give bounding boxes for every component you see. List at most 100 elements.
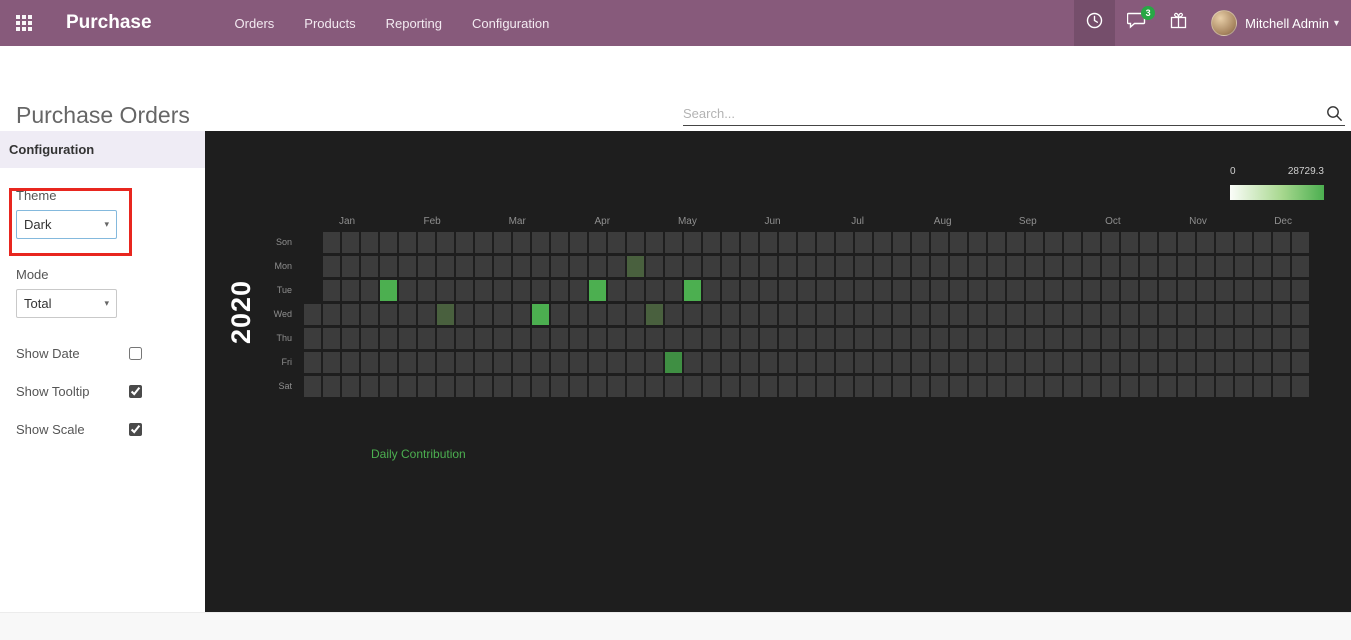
- heatmap-cell[interactable]: [627, 352, 644, 373]
- heatmap-cell[interactable]: [931, 352, 948, 373]
- heatmap-cell[interactable]: [456, 256, 473, 277]
- heatmap-cell[interactable]: [1159, 352, 1176, 373]
- heatmap-cell[interactable]: [1083, 376, 1100, 397]
- heatmap-cell[interactable]: [665, 280, 682, 301]
- heatmap-cell[interactable]: [361, 304, 378, 325]
- heatmap-cell[interactable]: [570, 376, 587, 397]
- heatmap-cell[interactable]: [380, 328, 397, 349]
- heatmap-cell[interactable]: [627, 376, 644, 397]
- heatmap-cell[interactable]: [456, 352, 473, 373]
- heatmap-cell[interactable]: [1292, 304, 1309, 325]
- heatmap-cell[interactable]: [380, 352, 397, 373]
- heatmap-cell[interactable]: [437, 352, 454, 373]
- heatmap-cell[interactable]: [475, 304, 492, 325]
- heatmap-cell[interactable]: [399, 352, 416, 373]
- heatmap-cell[interactable]: [855, 256, 872, 277]
- heatmap-cell[interactable]: [513, 256, 530, 277]
- heatmap-cell[interactable]: [1045, 376, 1062, 397]
- heatmap-cell[interactable]: [627, 232, 644, 253]
- heatmap-cell[interactable]: [1235, 328, 1252, 349]
- heatmap-cell[interactable]: [1235, 376, 1252, 397]
- heatmap-cell[interactable]: [513, 304, 530, 325]
- menu-products[interactable]: Products: [289, 0, 370, 46]
- heatmap-cell[interactable]: [988, 256, 1005, 277]
- heatmap-cell[interactable]: [1292, 232, 1309, 253]
- heatmap-cell[interactable]: [475, 232, 492, 253]
- heatmap-cell[interactable]: [741, 304, 758, 325]
- heatmap-cell[interactable]: [494, 376, 511, 397]
- heatmap-cell[interactable]: [1159, 304, 1176, 325]
- heatmap-cell[interactable]: [627, 280, 644, 301]
- heatmap-cell[interactable]: [418, 328, 435, 349]
- heatmap-cell[interactable]: [703, 280, 720, 301]
- heatmap-cell[interactable]: [513, 328, 530, 349]
- heatmap-cell[interactable]: [703, 256, 720, 277]
- heatmap-cell[interactable]: [1159, 232, 1176, 253]
- heatmap-cell[interactable]: [855, 376, 872, 397]
- heatmap-cell[interactable]: [969, 280, 986, 301]
- heatmap-cell[interactable]: [551, 232, 568, 253]
- heatmap-cell[interactable]: [1197, 232, 1214, 253]
- heatmap-cell[interactable]: [950, 352, 967, 373]
- heatmap-cell[interactable]: [988, 232, 1005, 253]
- heatmap-cell[interactable]: [608, 304, 625, 325]
- heatmap-cell[interactable]: [646, 328, 663, 349]
- gift-button[interactable]: [1158, 0, 1199, 46]
- heatmap-cell[interactable]: [874, 352, 891, 373]
- heatmap-cell[interactable]: [912, 256, 929, 277]
- heatmap-cell[interactable]: [950, 304, 967, 325]
- heatmap-cell[interactable]: [589, 376, 606, 397]
- heatmap-cell[interactable]: [931, 232, 948, 253]
- heatmap-cell[interactable]: [1235, 304, 1252, 325]
- heatmap-cell[interactable]: [1026, 280, 1043, 301]
- heatmap-cell[interactable]: [380, 256, 397, 277]
- heatmap-cell[interactable]: [1045, 232, 1062, 253]
- heatmap-cell[interactable]: [342, 352, 359, 373]
- heatmap-cell[interactable]: [988, 280, 1005, 301]
- heatmap-cell[interactable]: [418, 280, 435, 301]
- heatmap-cell[interactable]: [513, 352, 530, 373]
- heatmap-cell[interactable]: [1045, 280, 1062, 301]
- heatmap-cell[interactable]: [893, 304, 910, 325]
- heatmap-cell[interactable]: [1178, 256, 1195, 277]
- heatmap-cell[interactable]: [323, 376, 340, 397]
- heatmap-cell[interactable]: [988, 376, 1005, 397]
- heatmap-cell[interactable]: [703, 328, 720, 349]
- heatmap-cell[interactable]: [1007, 304, 1024, 325]
- heatmap-cell[interactable]: [798, 256, 815, 277]
- heatmap-cell[interactable]: [722, 352, 739, 373]
- heatmap-cell[interactable]: [570, 352, 587, 373]
- heatmap-cell[interactable]: [1292, 328, 1309, 349]
- heatmap-cell[interactable]: [760, 280, 777, 301]
- heatmap-cell[interactable]: [646, 256, 663, 277]
- heatmap-cell[interactable]: [342, 232, 359, 253]
- heatmap-cell[interactable]: [589, 256, 606, 277]
- heatmap-cell[interactable]: [988, 328, 1005, 349]
- heatmap-cell[interactable]: [1197, 352, 1214, 373]
- heatmap-cell[interactable]: [323, 256, 340, 277]
- heatmap-cell[interactable]: [1178, 376, 1195, 397]
- heatmap-cell[interactable]: [760, 304, 777, 325]
- apps-menu-button[interactable]: [0, 0, 48, 46]
- heatmap-cell[interactable]: [665, 232, 682, 253]
- heatmap-cell[interactable]: [969, 376, 986, 397]
- heatmap-cell[interactable]: [532, 232, 549, 253]
- heatmap-cell[interactable]: [836, 376, 853, 397]
- heatmap-cell[interactable]: [760, 256, 777, 277]
- heatmap-cell[interactable]: [494, 352, 511, 373]
- heatmap-cell[interactable]: [969, 328, 986, 349]
- heatmap-cell[interactable]: [779, 328, 796, 349]
- heatmap-cell[interactable]: [551, 304, 568, 325]
- heatmap-cell[interactable]: [1045, 304, 1062, 325]
- heatmap-cell[interactable]: [1083, 256, 1100, 277]
- heatmap-cell[interactable]: [456, 376, 473, 397]
- heatmap-cell[interactable]: [1235, 232, 1252, 253]
- heatmap-cell[interactable]: [570, 256, 587, 277]
- heatmap-cell-highlight[interactable]: [627, 256, 644, 277]
- heatmap-cell[interactable]: [342, 304, 359, 325]
- heatmap-cell[interactable]: [950, 328, 967, 349]
- heatmap-cell[interactable]: [1159, 328, 1176, 349]
- heatmap-cell[interactable]: [950, 376, 967, 397]
- heatmap-cell[interactable]: [779, 256, 796, 277]
- heatmap-cell[interactable]: [1140, 232, 1157, 253]
